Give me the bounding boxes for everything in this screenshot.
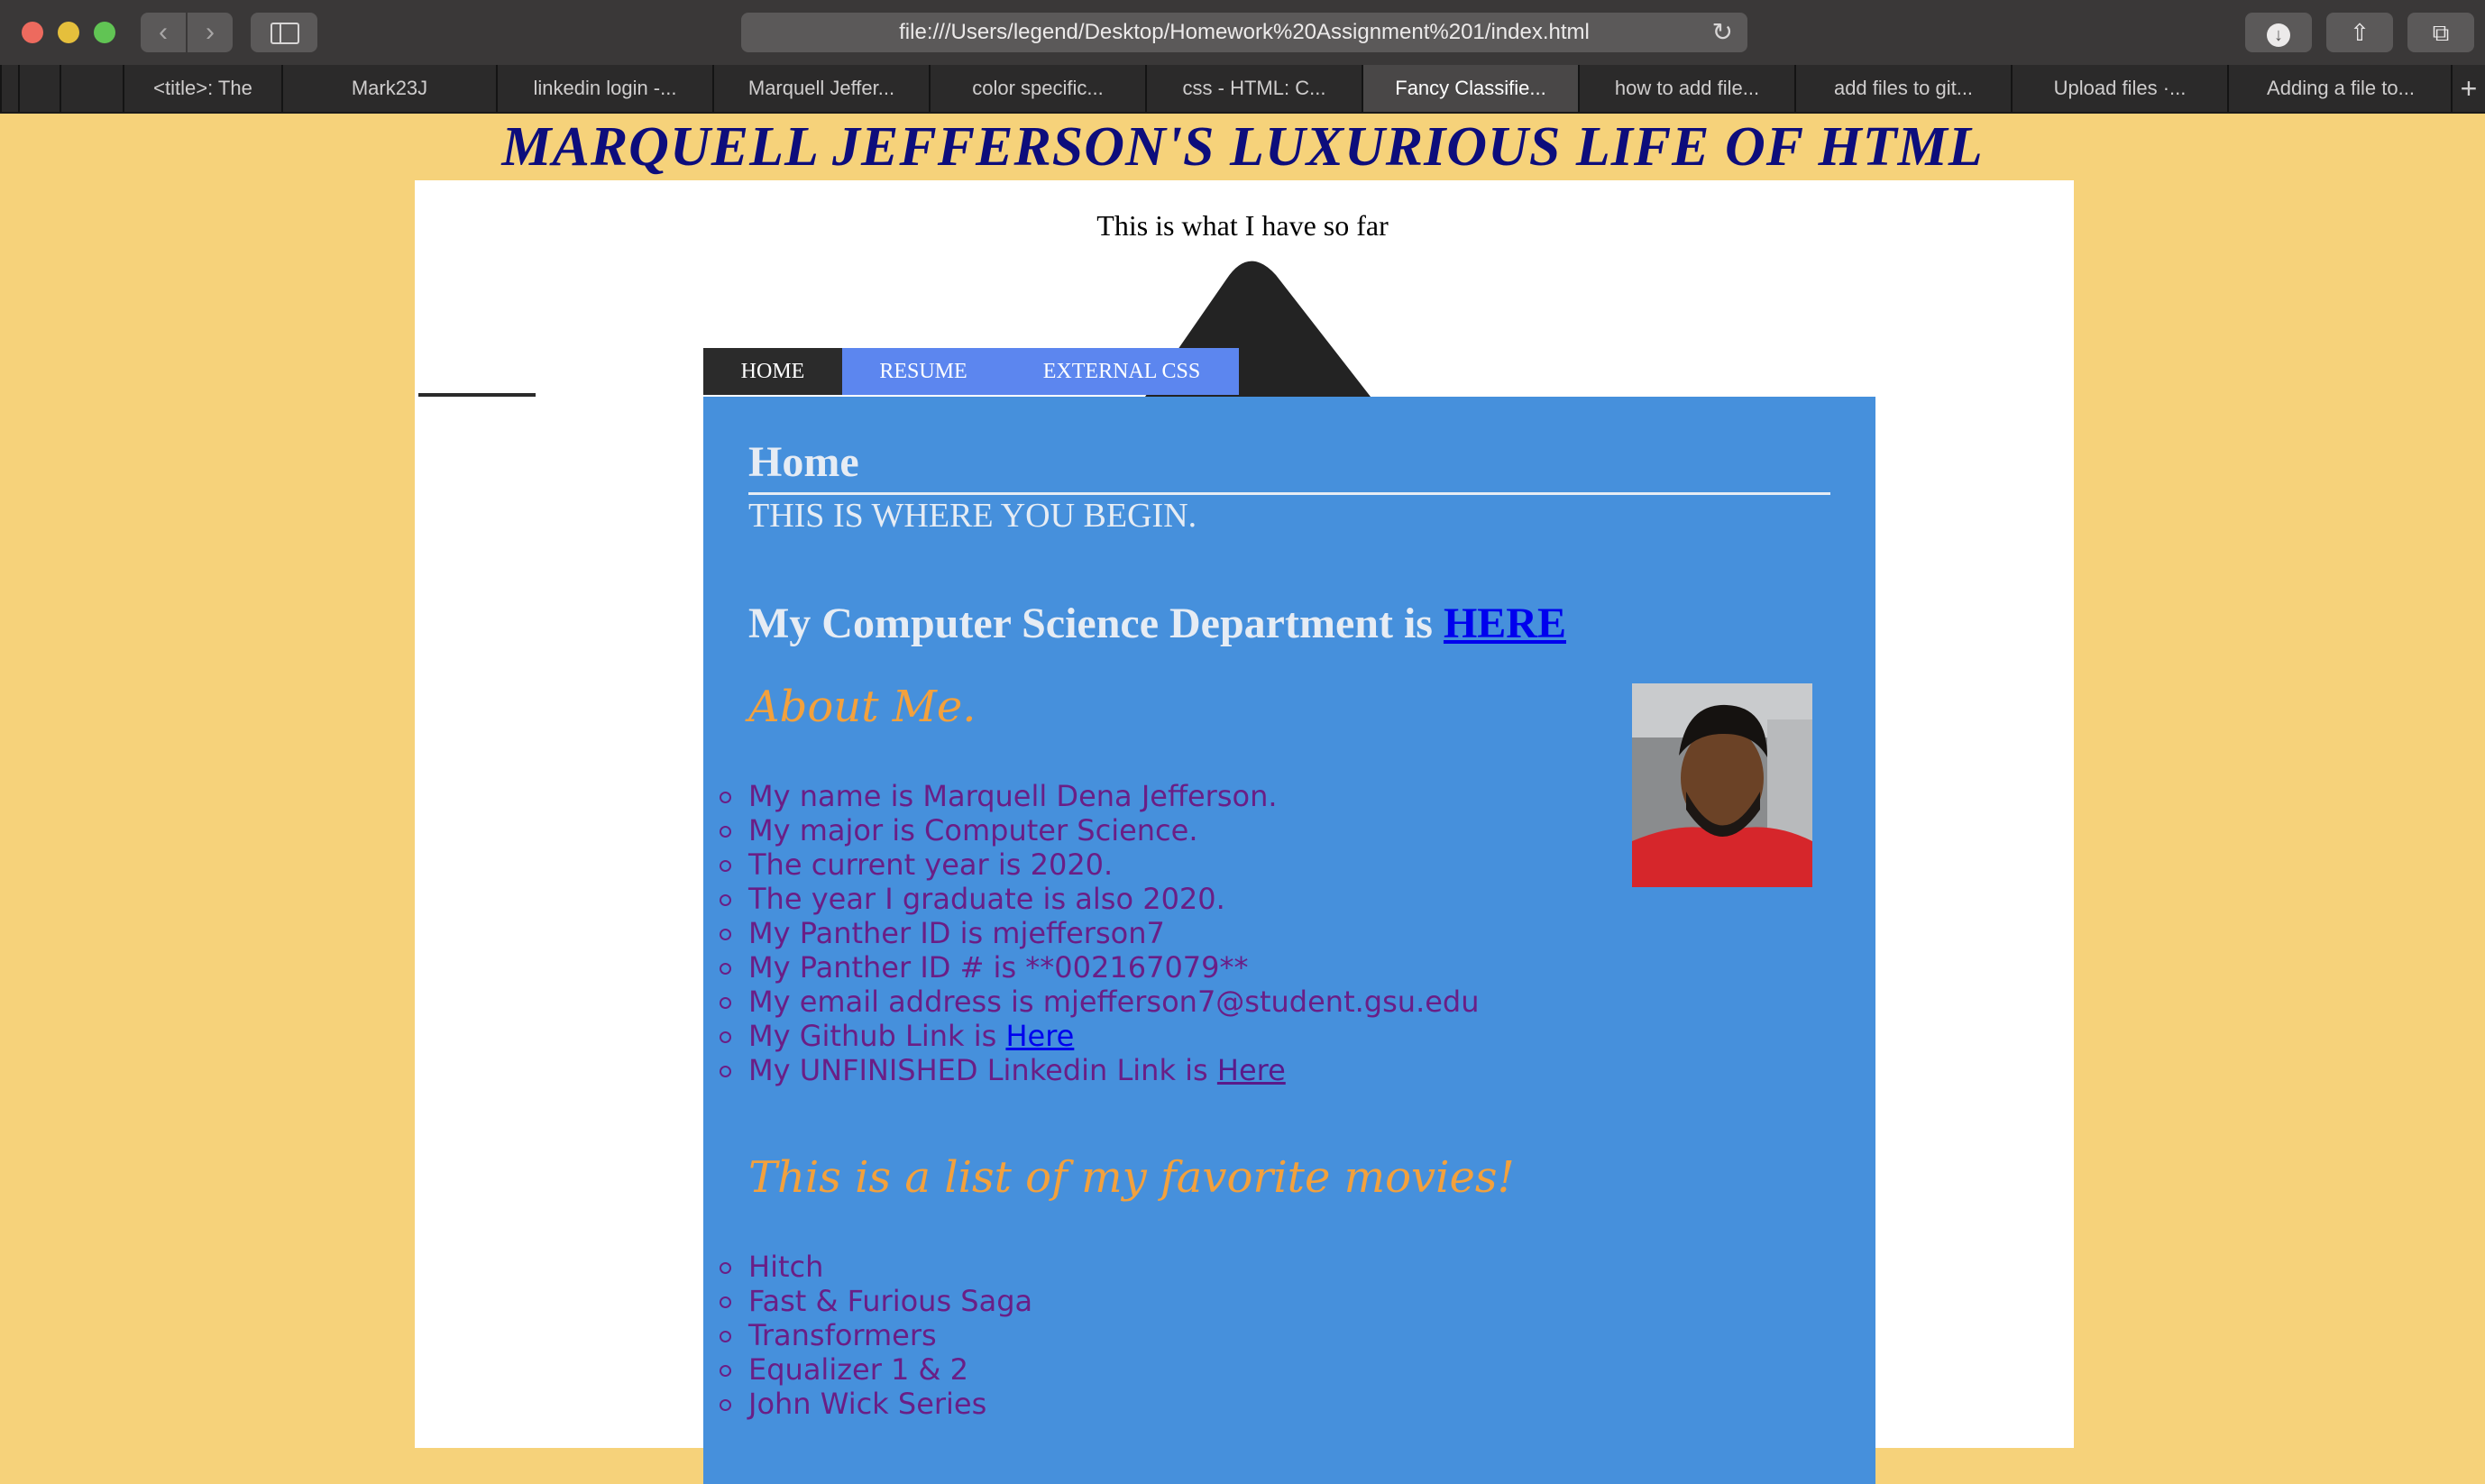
movies-heading: This is a list of my favorite movies!: [748, 1152, 1515, 1203]
close-window-button[interactable]: [22, 22, 43, 43]
department-link[interactable]: HERE: [1444, 600, 1566, 647]
new-tab-button[interactable]: +: [2451, 65, 2485, 112]
nav-indicator: [418, 393, 536, 397]
reload-icon[interactable]: ↻: [1712, 13, 1733, 52]
list-item: My Panther ID is mjefferson7: [720, 916, 1480, 950]
plus-icon: +: [2460, 72, 2478, 105]
department-heading: My Computer Science Department is HERE: [748, 597, 1566, 651]
tab-overview-icon: ⧉: [2432, 19, 2450, 46]
browser-tab[interactable]: Upload files ·...: [2011, 65, 2227, 112]
list-item: Hitch: [719, 1250, 1032, 1284]
list-item: Equalizer 1 & 2: [719, 1352, 1032, 1387]
minimize-window-button[interactable]: [58, 22, 79, 43]
list-item: My Panther ID # is **002167079**: [720, 950, 1480, 985]
list-item: My name is Marquell Dena Jefferson.: [720, 779, 1480, 813]
tab-pinned[interactable]: [60, 65, 123, 112]
share-icon: ⇧: [2350, 19, 2370, 46]
browser-tab[interactable]: how to add file...: [1578, 65, 1794, 112]
github-label: My Github Link is: [748, 1019, 1006, 1053]
list-item-linkedin: My UNFINISHED Linkedin Link is Here: [720, 1053, 1480, 1087]
address-bar-url: file:///Users/legend/Desktop/Homework%20…: [899, 20, 1590, 44]
department-heading-text: My Computer Science Department is: [748, 600, 1444, 647]
back-button[interactable]: ‹: [141, 13, 186, 52]
divider: [748, 492, 1830, 495]
tab-pinned[interactable]: [0, 65, 18, 112]
home-section: Home THIS IS WHERE YOU BEGIN. My Compute…: [703, 397, 1875, 1484]
browser-tab[interactable]: add files to git...: [1794, 65, 2011, 112]
nav-tab-home[interactable]: HOME: [703, 348, 842, 395]
list-item: The year I graduate is also 2020.: [720, 882, 1480, 916]
browser-tab[interactable]: linkedin login -...: [496, 65, 712, 112]
address-bar[interactable]: file:///Users/legend/Desktop/Homework%20…: [741, 13, 1747, 52]
browser-tab[interactable]: Marquell Jeffer...: [712, 65, 929, 112]
chevron-left-icon: ‹: [159, 17, 168, 47]
browser-tab[interactable]: css - HTML: C...: [1145, 65, 1362, 112]
page-title: MARQUELL JEFFERSON'S LUXURIOUS LIFE OF H…: [501, 116, 1984, 178]
list-item: Fast & Furious Saga: [719, 1284, 1033, 1318]
chevron-right-icon: ›: [206, 17, 215, 47]
nav-tab-resume[interactable]: RESUME: [842, 348, 1004, 395]
nav-tab-external-css[interactable]: EXTERNAL CSS: [1004, 348, 1239, 395]
github-link[interactable]: Here: [1005, 1019, 1074, 1053]
profile-photo: [1632, 683, 1812, 887]
tab-overview-button[interactable]: ⧉: [2407, 13, 2474, 52]
list-item: Transformers: [719, 1318, 1032, 1352]
download-icon: ↓: [2267, 23, 2290, 47]
list-item-github: My Github Link is Here: [720, 1019, 1480, 1053]
tab-pinned[interactable]: [18, 65, 60, 112]
browser-titlebar: ‹ › file:///Users/legend/Desktop/Homewor…: [0, 0, 2485, 65]
share-button[interactable]: ⇧: [2326, 13, 2393, 52]
browser-tab[interactable]: Adding a file to...: [2227, 65, 2453, 112]
about-list: My name is Marquell Dena Jefferson. My m…: [720, 779, 1480, 1087]
browser-tab[interactable]: <title>: The: [123, 65, 281, 112]
list-item: John Wick Series: [719, 1387, 1032, 1421]
begin-text: THIS IS WHERE YOU BEGIN.: [748, 497, 1197, 535]
forward-button[interactable]: ›: [188, 13, 233, 52]
downloads-button[interactable]: ↓: [2245, 13, 2312, 52]
intro-text: This is what I have so far: [1096, 209, 1389, 242]
zoom-window-button[interactable]: [94, 22, 115, 43]
list-item: My email address is mjefferson7@student.…: [720, 985, 1480, 1019]
linkedin-label: My UNFINISHED Linkedin Link is: [748, 1053, 1217, 1087]
home-heading: Home: [748, 438, 859, 486]
list-item: The current year is 2020.: [720, 847, 1480, 882]
browser-tab[interactable]: Mark23J: [281, 65, 496, 112]
movie-list: Hitch Fast & Furious Saga Transformers E…: [719, 1250, 1033, 1421]
sidebar-icon: [271, 23, 299, 44]
about-heading: About Me.: [748, 682, 977, 732]
tab-bar: <title>: The Mark23J linkedin login -...…: [0, 65, 2485, 114]
sidebar-toggle-button[interactable]: [251, 13, 317, 52]
browser-tab[interactable]: color specific...: [929, 65, 1145, 112]
list-item: My major is Computer Science.: [720, 813, 1480, 847]
linkedin-link[interactable]: Here: [1217, 1053, 1286, 1087]
browser-tab-active[interactable]: Fancy Classifie...: [1362, 65, 1578, 112]
